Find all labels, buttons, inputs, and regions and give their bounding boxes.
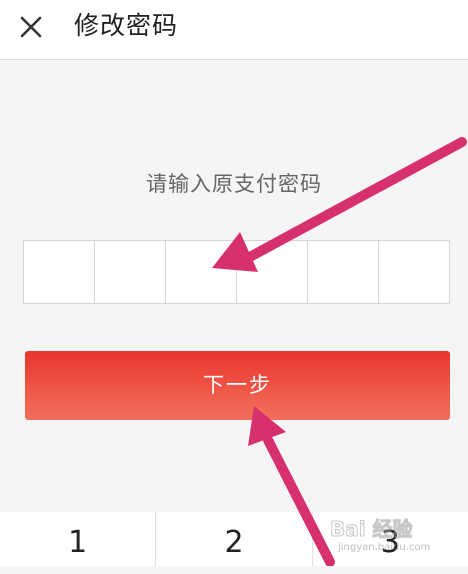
pin-cell[interactable] bbox=[166, 241, 237, 303]
pin-cell[interactable] bbox=[379, 241, 449, 303]
main-content: 请输入原支付密码 下一步 bbox=[0, 60, 468, 512]
close-icon bbox=[20, 16, 42, 38]
close-button[interactable] bbox=[14, 10, 48, 44]
app-header: 修改密码 bbox=[0, 0, 468, 60]
pin-cell[interactable] bbox=[237, 241, 308, 303]
pin-cell[interactable] bbox=[308, 241, 379, 303]
keypad-key-3[interactable]: 3 bbox=[313, 512, 468, 566]
keypad-key-2[interactable]: 2 bbox=[156, 512, 313, 566]
numeric-keypad: 1 2 3 bbox=[0, 512, 468, 566]
page-title: 修改密码 bbox=[74, 11, 179, 40]
payment-password-input[interactable] bbox=[23, 240, 450, 304]
pin-cell[interactable] bbox=[24, 241, 95, 303]
pin-cell[interactable] bbox=[95, 241, 166, 303]
keypad-key-1[interactable]: 1 bbox=[0, 512, 157, 566]
next-step-button[interactable]: 下一步 bbox=[25, 351, 450, 420]
password-prompt: 请输入原支付密码 bbox=[146, 172, 322, 196]
